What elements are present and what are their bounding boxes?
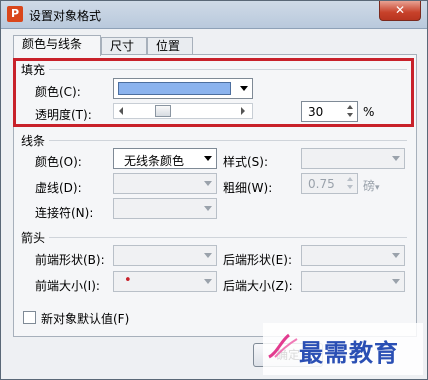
tab-colors-lines[interactable]: 颜色与线条: [13, 35, 101, 56]
line-style-dropdown[interactable]: [301, 148, 405, 169]
chevron-down-icon: ▾: [375, 183, 380, 193]
begin-size-label: 前端大小(I):: [35, 279, 100, 293]
default-checkbox[interactable]: [23, 311, 36, 324]
begin-size-dropdown[interactable]: •: [113, 271, 217, 292]
line-color-label: 颜色(O):: [35, 155, 82, 169]
chevron-down-icon: [204, 206, 212, 211]
close-button[interactable]: ✕: [379, 1, 421, 21]
spin-down-icon[interactable]: [344, 183, 356, 192]
end-style-label: 后端形状(E):: [223, 253, 292, 267]
line-weight-label: 粗细(W):: [223, 181, 273, 195]
line-separator: [49, 140, 407, 141]
default-checkbox-label: 新对象默认值(F): [41, 312, 130, 326]
tab-position[interactable]: 位置: [147, 37, 193, 55]
arrow-size-marker: •: [124, 273, 132, 288]
line-weight-unit-text: 磅: [363, 179, 376, 193]
line-color-value: 无线条颜色: [124, 154, 185, 168]
dash-dropdown[interactable]: [113, 173, 217, 194]
chevron-down-icon: [204, 181, 212, 186]
begin-style-dropdown[interactable]: [113, 245, 217, 266]
format-object-dialog: P 设置对象格式 ✕ 颜色与线条 尺寸 位置 填充 颜色(C): 透明度(T):…: [0, 0, 428, 380]
chevron-down-icon: [204, 279, 212, 284]
line-style-label: 样式(S):: [223, 155, 269, 169]
watermark-text: 最需教育: [299, 338, 399, 367]
chevron-down-icon: [204, 156, 212, 161]
begin-style-label: 前端形状(B):: [35, 253, 105, 267]
connector-dropdown[interactable]: [113, 198, 217, 219]
tab-size[interactable]: 尺寸: [101, 37, 147, 55]
chevron-down-icon: [392, 156, 400, 161]
arrows-group-label: 箭头: [21, 231, 46, 245]
end-size-label: 后端大小(Z):: [223, 279, 293, 293]
line-weight-unit[interactable]: 磅▾: [363, 177, 380, 194]
end-size-dropdown[interactable]: [301, 271, 405, 292]
title-bar[interactable]: P 设置对象格式 ✕: [1, 1, 427, 29]
highlight-frame: [13, 58, 414, 127]
line-color-dropdown[interactable]: 无线条颜色: [113, 148, 217, 169]
chevron-down-icon: [392, 253, 400, 258]
app-icon: P: [7, 6, 23, 22]
connector-label: 连接符(N):: [35, 206, 94, 220]
dialog-title: 设置对象格式: [29, 9, 102, 23]
arrows-separator: [49, 237, 407, 238]
line-weight-input[interactable]: 0.75: [301, 173, 358, 194]
chevron-down-icon: [392, 279, 400, 284]
watermark-logo-icon: [268, 333, 298, 359]
line-weight-value: 0.75: [308, 177, 335, 191]
line-group-label: 线条: [21, 134, 46, 148]
dash-label: 虚线(D):: [35, 181, 82, 195]
chevron-down-icon: [204, 253, 212, 258]
end-style-dropdown[interactable]: [301, 245, 405, 266]
